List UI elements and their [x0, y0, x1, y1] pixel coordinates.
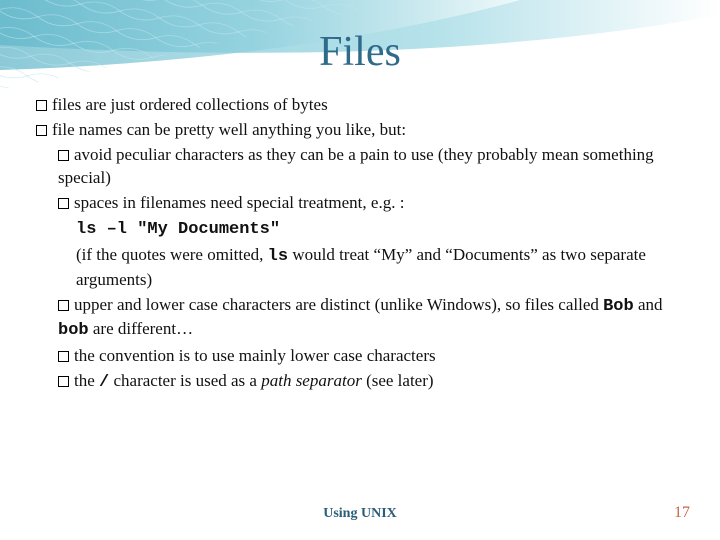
bullet-item: file names can be pretty well anything y… [36, 119, 684, 142]
code-inline: / [99, 373, 109, 392]
bullet-item: the / character is used as a path separa… [36, 370, 684, 395]
command-text: ls –l "My Documents" [76, 220, 280, 239]
bullet-box-icon [36, 125, 47, 136]
bullet-item: the convention is to use mainly lower ca… [36, 345, 684, 368]
bullet-text: are different… [89, 319, 193, 338]
bullet-box-icon [58, 150, 69, 161]
bullet-text: file names can be pretty well anything y… [52, 120, 406, 139]
note-text: (if the quotes were omitted, [76, 245, 268, 264]
bullet-box-icon [58, 351, 69, 362]
code-inline: ls [268, 247, 288, 266]
note-line: (if the quotes were omitted, ls would tr… [36, 244, 684, 292]
bullet-text: and [634, 295, 663, 314]
code-inline: bob [58, 321, 89, 340]
bullet-item: spaces in filenames need special treatme… [36, 192, 684, 215]
bullet-text: the convention is to use mainly lower ca… [74, 346, 436, 365]
bullet-text: spaces in filenames need special treatme… [74, 193, 404, 212]
bullet-text: character is used as a [109, 371, 261, 390]
bullet-text: upper and lower case characters are dist… [74, 295, 603, 314]
bullet-text: avoid peculiar characters as they can be… [58, 145, 654, 187]
bullet-item: files are just ordered collections of by… [36, 94, 684, 117]
bullet-box-icon [58, 198, 69, 209]
footer-text: Using UNIX [0, 506, 720, 522]
bullet-text: files are just ordered collections of by… [52, 95, 328, 114]
page-number: 17 [674, 504, 690, 522]
slide-title: Files [0, 0, 720, 76]
bullet-item: upper and lower case characters are dist… [36, 294, 684, 344]
bullet-box-icon [58, 300, 69, 311]
bullet-box-icon [58, 376, 69, 387]
bullet-box-icon [36, 100, 47, 111]
bullet-item: avoid peculiar characters as they can be… [36, 144, 684, 190]
slide-content: files are just ordered collections of by… [0, 76, 720, 395]
command-line: ls –l "My Documents" [36, 217, 684, 242]
code-inline: Bob [603, 297, 634, 316]
bullet-text: (see later) [362, 371, 434, 390]
bullet-text: the [74, 371, 99, 390]
italic-term: path separator [261, 371, 362, 390]
